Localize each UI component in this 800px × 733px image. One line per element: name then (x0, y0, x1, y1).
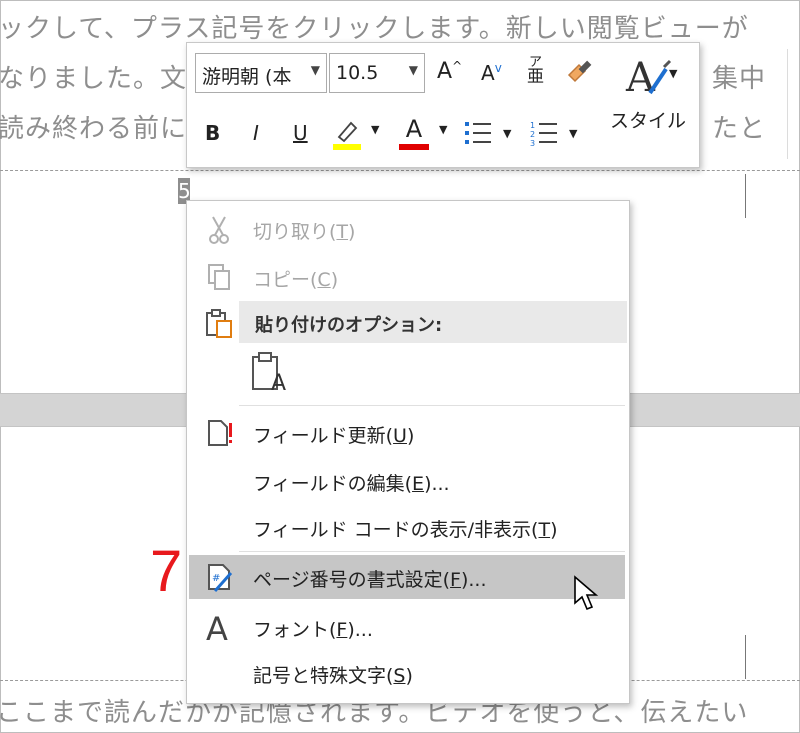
chevron-down-icon: ▼ (669, 67, 678, 80)
doc-line-2: なりました。文 (0, 64, 188, 94)
menu-separator (239, 551, 625, 552)
highlighter-icon (333, 121, 361, 150)
svg-text:#: # (212, 573, 220, 584)
bullets-icon (465, 122, 491, 144)
margin-mark (745, 174, 746, 218)
scissors-icon (209, 216, 229, 244)
margin-mark-bottom (745, 635, 746, 679)
menu-separator (239, 405, 625, 406)
svg-text:A: A (206, 611, 228, 643)
font-size-dropdown[interactable]: 10.5 ▼ (329, 53, 425, 93)
paste-keep-text-label: A (271, 371, 287, 396)
shrink-font-icon: A (481, 61, 495, 85)
paste-keep-text-only-button[interactable]: A (249, 349, 295, 396)
font-color-button[interactable]: A ▼ (399, 115, 447, 150)
bold-button[interactable]: B (205, 121, 220, 145)
paste-options-header: 貼り付けのオプション: (239, 301, 627, 343)
menu-item-edit-field[interactable]: フィールドの編集(E)... (189, 459, 625, 503)
styles-icon: A (625, 55, 672, 101)
underline-button[interactable]: U (293, 121, 308, 145)
menu-item-copy[interactable]: コピー(C) (189, 255, 625, 299)
font-name-value: 游明朝 (本 (202, 66, 292, 88)
doc-line-3-end: たと (712, 114, 767, 144)
highlight-button[interactable]: ▼ (331, 117, 379, 156)
menu-item-font[interactable]: A フォント(F)... (189, 605, 625, 649)
numbering-button[interactable]: 1 2 3 ▼ (529, 119, 577, 152)
svg-text:2: 2 (530, 130, 535, 139)
styles-button[interactable]: A ▼ スタイル (605, 53, 691, 133)
styles-label: スタイル (609, 110, 686, 132)
chevron-down-icon: ▼ (503, 127, 512, 140)
italic-button[interactable]: I (253, 121, 259, 145)
menu-item-toggle-field-codes[interactable]: フィールド コードの表示/非表示(T) (189, 505, 625, 549)
svg-text:1: 1 (530, 121, 535, 130)
menu-item-symbols[interactable]: 記号と特殊文字(S) (189, 651, 625, 695)
grow-font-button[interactable]: A^ (437, 59, 462, 84)
format-painter-icon (567, 60, 592, 83)
shrink-font-button[interactable]: Av (481, 61, 502, 85)
doc-line-3: 読み終わる前に (0, 114, 188, 144)
paste-options-label: 貼り付けのオプション: (255, 315, 443, 336)
grow-font-icon: A (437, 59, 453, 84)
font-name-dropdown[interactable]: 游明朝 (本 ▼ (195, 53, 327, 93)
font-size-value: 10.5 (336, 62, 379, 84)
step-number: 7 (150, 539, 183, 604)
chevron-down-icon: ▼ (310, 63, 320, 77)
font-color-icon: A (405, 115, 423, 143)
copy-icon (208, 264, 230, 290)
phonetic-bottom: 亜 (527, 67, 544, 87)
chevron-down-icon: ▼ (408, 63, 418, 77)
svg-text:3: 3 (530, 139, 535, 147)
header-boundary (0, 170, 800, 171)
format-painter-button[interactable] (565, 57, 595, 92)
numbering-icon: 1 2 3 (530, 121, 557, 148)
toolbar-separator (787, 49, 788, 159)
chevron-down-icon: ▼ (439, 123, 448, 136)
chevron-down-icon: ▼ (569, 127, 578, 140)
doc-line-1: ックして、プラス記号をクリックします。新しい閲覧ビューが (0, 14, 749, 44)
chevron-down-icon: ▼ (371, 123, 380, 136)
font-icon: A (206, 611, 228, 643)
menu-item-cut[interactable]: 切り取り(T) (189, 207, 625, 251)
menu-item-update-field[interactable]: フィールド更新(U) (189, 411, 625, 455)
context-menu: 切り取り(T) コピー(C) 貼り付けのオプション: A フィールド更新(U) … (186, 200, 630, 704)
paste-icon (206, 309, 232, 338)
phonetic-guide-button[interactable]: ア 亜 (527, 55, 544, 87)
doc-line-2-end: 集中 (712, 64, 767, 94)
menu-item-format-page-numbers[interactable]: # ページ番号の書式設定(F)... (189, 555, 625, 611)
bullets-button[interactable]: ▼ (463, 119, 511, 152)
page-number-format-icon: # (208, 564, 233, 592)
update-field-icon (208, 420, 232, 446)
mini-toolbar: 游明朝 (本 ▼ 10.5 ▼ A^ Av ア 亜 B I U ▼ A ▼ ▼ … (186, 42, 788, 168)
